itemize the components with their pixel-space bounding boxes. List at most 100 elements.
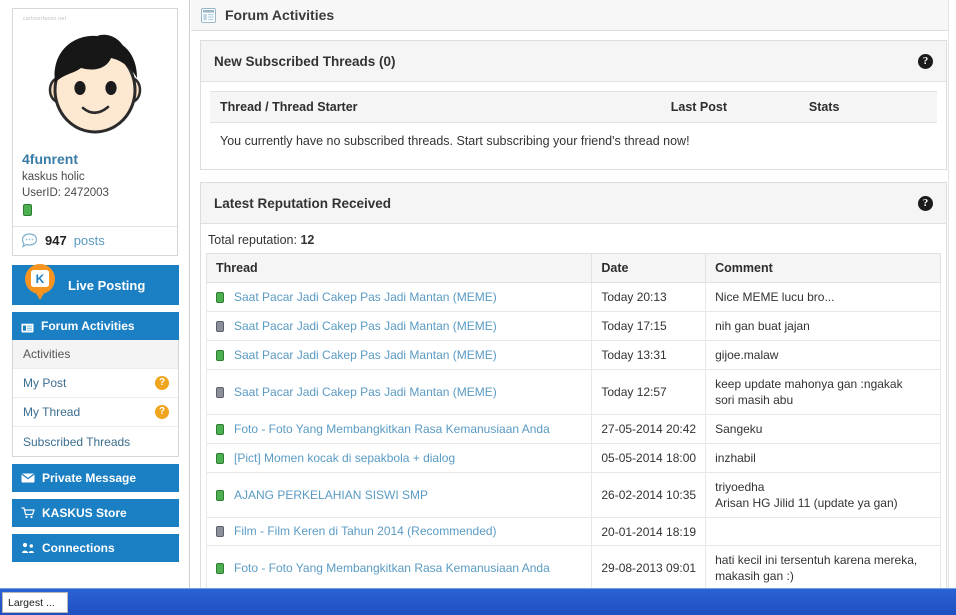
cell-thread: Saat Pacar Jadi Cakep Pas Jadi Mantan (M… <box>205 282 593 312</box>
cell-thread: Foto - Foto Yang Membangkitkan Rasa Kema… <box>205 545 593 591</box>
thread-status-green-icon <box>216 452 224 464</box>
thread-link[interactable]: Saat Pacar Jadi Cakep Pas Jadi Mantan (M… <box>234 385 497 400</box>
thread-link[interactable]: Foto - Foto Yang Membangkitkan Rasa Kema… <box>234 561 550 576</box>
table-header-row: Thread Date Comment <box>205 253 941 283</box>
cell-date: Today 17:15 <box>591 311 707 341</box>
cell-date: 26-02-2014 10:35 <box>591 472 707 518</box>
thread-link[interactable]: AJANG PERKELAHIAN SISWI SMP <box>234 488 428 503</box>
thread-link[interactable]: Foto - Foto Yang Membangkitkan Rasa Kema… <box>234 422 550 437</box>
table-row: Saat Pacar Jadi Cakep Pas Jadi Mantan (M… <box>205 340 941 370</box>
sidebar-item-my-thread[interactable]: My Thread ? <box>13 398 178 427</box>
sidebar-item-kaskus-store[interactable]: KASKUS Store <box>12 499 179 527</box>
sidebar-item-private-message[interactable]: Private Message <box>12 464 179 492</box>
cell-comment: triyoedha Arisan HG Jilid 11 (update ya g… <box>705 472 941 518</box>
comment-line: makasih gan :) <box>715 569 794 583</box>
comment-line: keep update mahonya gan :ngakak <box>715 377 903 391</box>
table-row: Saat Pacar Jadi Cakep Pas Jadi Mantan (M… <box>205 311 941 341</box>
sidebar-subnav: Activities My Post ? My Thread ? Subscri… <box>12 340 179 457</box>
help-badge-icon-my-thread[interactable]: ? <box>155 405 169 419</box>
cell-thread: AJANG PERKELAHIAN SISWI SMP <box>205 472 593 518</box>
posts-count: 947 <box>45 233 67 248</box>
reputation-table-body: Saat Pacar Jadi Cakep Pas Jadi Mantan (M… <box>205 282 941 591</box>
svg-text:K: K <box>36 272 45 286</box>
page-title: Forum Activities <box>225 7 335 23</box>
thread-link[interactable]: Saat Pacar Jadi Cakep Pas Jadi Mantan (M… <box>234 319 497 334</box>
cell-thread: Film - Film Keren di Tahun 2014 (Recomme… <box>205 517 593 546</box>
sidebar-item-subscribed-threads[interactable]: Subscribed Threads <box>13 427 178 456</box>
reputation-title: Latest Reputation Received <box>214 195 392 211</box>
connections-icon <box>22 542 34 553</box>
thread-status-green-icon <box>216 489 224 501</box>
cell-comment: keep update mahonya gan :ngakak sori masi… <box>705 369 941 415</box>
comment-line: Arisan HG Jilid 11 (update ya gan) <box>715 496 898 510</box>
thread-status-gray-icon <box>216 320 224 332</box>
content-right-edge <box>948 0 956 588</box>
thread-link[interactable]: Saat Pacar Jadi Cakep Pas Jadi Mantan (M… <box>234 290 497 305</box>
sidebar-item-label-kaskus-store: KASKUS Store <box>42 506 127 520</box>
forum-window-icon <box>21 320 34 332</box>
total-reputation-label: Total reputation: <box>208 233 297 247</box>
cell-comment <box>705 517 941 546</box>
cell-comment: Nice MEME lucu bro... <box>705 282 941 312</box>
comment-bubble-icon <box>21 233 38 248</box>
thread-link[interactable]: Film - Film Keren di Tahun 2014 (Recomme… <box>234 524 497 539</box>
cartoon-face-avatar <box>48 34 142 134</box>
comment-line: Nice MEME lucu bro... <box>715 290 835 304</box>
sidebar-item-activities[interactable]: Activities <box>13 340 178 369</box>
comment-line: nih gan buat jajan <box>715 319 810 333</box>
comment-line: gijoe.malaw <box>715 348 779 362</box>
column-header-stats: Stats <box>798 91 937 123</box>
table-row: Foto - Foto Yang Membangkitkan Rasa Kema… <box>205 414 941 444</box>
subscribed-threads-table: Thread / Thread Starter Last Post Stats <box>210 91 937 123</box>
sidebar-item-label-live-posting: Live Posting <box>68 277 146 293</box>
comment-line: triyoedha <box>715 480 765 494</box>
sidebar-item-label-forum-activities: Forum Activities <box>41 319 135 333</box>
table-row: AJANG PERKELAHIAN SISWI SMP 26-02-2014 10… <box>205 472 941 518</box>
subscribed-threads-body: Thread / Thread Starter Last Post Stats … <box>201 82 946 169</box>
sidebar-item-connections[interactable]: Connections <box>12 534 179 562</box>
cell-comment: hati kecil ini tersentuh karena mereka, m… <box>705 545 941 591</box>
comment-line: hati kecil ini tersentuh karena mereka, <box>715 553 918 567</box>
thread-link[interactable]: [Pict] Momen kocak di sepakbola + dialog <box>234 451 455 466</box>
table-row: [Pict] Momen kocak di sepakbola + dialog… <box>205 443 941 473</box>
sidebar-item-label-connections: Connections <box>42 541 115 555</box>
kaskus-pin-icon: K <box>25 264 55 300</box>
table-row: Foto - Foto Yang Membangkitkan Rasa Kema… <box>205 545 941 591</box>
thread-link[interactable]: Saat Pacar Jadi Cakep Pas Jadi Mantan (M… <box>234 348 497 363</box>
cell-date: Today 12:57 <box>591 369 707 415</box>
taskbar: Largest ... <box>0 588 956 615</box>
taskbar-window-button[interactable]: Largest ... <box>2 592 68 613</box>
help-question-icon-subscribed[interactable]: ? <box>918 53 933 69</box>
comment-line: sori masih abu <box>715 393 794 407</box>
cell-thread: Saat Pacar Jadi Cakep Pas Jadi Mantan (M… <box>205 311 593 341</box>
sidebar-item-forum-activities[interactable]: Forum Activities <box>12 312 179 340</box>
app-window: cartoonfaces.net 4funrent kaskus holic U… <box>0 0 956 615</box>
help-badge-icon-my-post[interactable]: ? <box>155 376 169 390</box>
left-sidebar: cartoonfaces.net 4funrent kaskus holic U… <box>0 0 190 588</box>
comment-line: Sangeku <box>715 422 763 436</box>
sidebar-item-label-my-post: My Post <box>23 376 67 390</box>
thread-status-gray-icon <box>216 386 224 398</box>
total-reputation: Total reputation: 12 <box>206 232 941 253</box>
sidebar-item-live-posting[interactable]: K Live Posting <box>12 264 179 305</box>
reputation-block-icon <box>23 204 32 216</box>
sidebar-item-my-post[interactable]: My Post ? <box>13 369 178 398</box>
table-row: Film - Film Keren di Tahun 2014 (Recomme… <box>205 517 941 546</box>
reputation-header: Latest Reputation Received ? <box>201 183 946 224</box>
profile-username[interactable]: 4funrent <box>22 151 169 167</box>
help-question-icon-reputation[interactable]: ? <box>918 195 933 211</box>
thread-status-green-icon <box>216 291 224 303</box>
cell-comment: Sangeku <box>705 414 941 444</box>
total-reputation-value: 12 <box>300 233 315 247</box>
posts-row: 947 posts <box>13 226 177 255</box>
cell-date: Today 20:13 <box>591 282 707 312</box>
reputation-body: Total reputation: 12 Thread Date Comment… <box>201 224 946 591</box>
cell-thread: Saat Pacar Jadi Cakep Pas Jadi Mantan (M… <box>205 369 593 415</box>
sidebar-item-label-private-message: Private Message <box>42 471 137 485</box>
subscribed-threads-empty-message: You currently have no subscribed threads… <box>220 134 690 148</box>
comment-line: inzhabil <box>715 451 756 465</box>
cell-date: 20-01-2014 18:19 <box>591 517 707 546</box>
column-header-thread-starter: Thread / Thread Starter <box>210 91 661 123</box>
envelope-icon <box>21 473 35 483</box>
column-header-last-post: Last Post <box>660 91 799 123</box>
